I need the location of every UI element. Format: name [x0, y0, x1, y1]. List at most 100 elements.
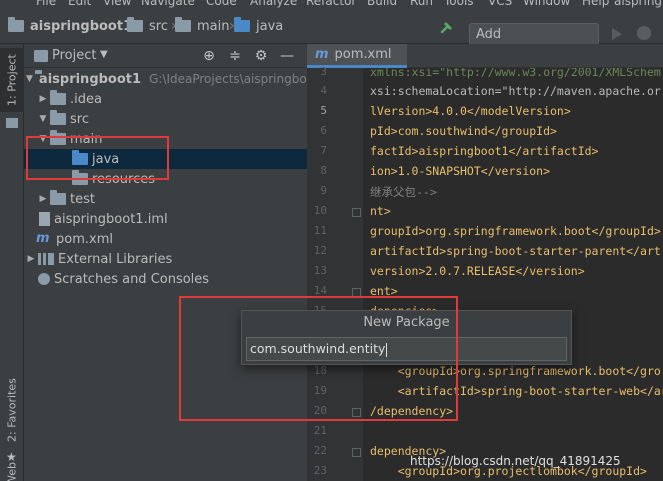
- code-line: lVersion>4.0.0</modelVersion>: [370, 104, 571, 118]
- code-line: xmlns:xsi="http://www.w3.org/2001/XMLSch…: [370, 68, 661, 79]
- menu-edit[interactable]: Edit: [68, 0, 91, 8]
- project-icon: [34, 50, 48, 62]
- line-number: 3: [320, 65, 327, 78]
- chevron-right-icon[interactable]: ▶: [26, 254, 36, 264]
- folder-icon: [6, 118, 18, 128]
- tree-item-src[interactable]: ▼ src: [24, 109, 307, 129]
- watermark: https://blog.csdn.net/qq_41891425: [410, 454, 621, 468]
- add-configuration-button[interactable]: Add Configuration...: [469, 23, 599, 63]
- highlight-box-dialog: [179, 296, 458, 421]
- tree-item-external-libraries[interactable]: ▶ External Libraries: [24, 249, 307, 269]
- breadcrumb-src[interactable]: src: [127, 16, 168, 36]
- left-tool-stripe: 1: Project 2: Favorites ★ Web: [0, 44, 24, 481]
- folder-icon: [50, 190, 66, 205]
- collapse-all-icon[interactable]: ≑: [226, 47, 244, 65]
- run-icon[interactable]: [612, 28, 622, 40]
- fold-marker-icon[interactable]: [352, 448, 361, 457]
- menu-build[interactable]: Build: [367, 0, 397, 8]
- debug-icon[interactable]: [637, 26, 651, 40]
- code-line: ion>1.0-SNAPSHOT</version>: [370, 164, 551, 178]
- library-icon: [38, 253, 54, 265]
- tree-item-label: pom.xml: [56, 231, 113, 247]
- tree-item-label: test: [70, 191, 95, 207]
- tree-item-label: External Libraries: [58, 251, 173, 267]
- tree-item-pom[interactable]: m pom.xml: [24, 229, 307, 249]
- tab-web[interactable]: Web: [0, 462, 24, 481]
- line-number: 13: [313, 264, 327, 277]
- breadcrumb-label: src: [149, 18, 168, 34]
- chevron-down-icon[interactable]: ▼: [26, 74, 33, 84]
- line-number: 21: [313, 424, 327, 437]
- menu-navigate[interactable]: Navigate: [141, 0, 195, 8]
- code-line: version>2.0.7.RELEASE</version>: [370, 264, 585, 278]
- line-number: 9: [320, 184, 327, 197]
- code-line: pId>com.southwind</groupId>: [370, 124, 557, 138]
- breadcrumb-label: aispringboot1: [30, 18, 133, 34]
- code-line: artifactId>spring-boot-starter-parent</a…: [370, 244, 661, 258]
- menu-view[interactable]: View: [103, 0, 131, 8]
- menu-analyze[interactable]: Analyze: [250, 0, 297, 8]
- menu-code[interactable]: Code: [206, 0, 237, 8]
- chevron-down-icon[interactable]: ▼: [38, 114, 48, 124]
- breadcrumb-java[interactable]: java: [234, 16, 283, 36]
- code-line: groupId>org.springframework.boot</groupI…: [370, 224, 661, 238]
- line-number: 10: [313, 204, 327, 217]
- line-number: 8: [320, 164, 327, 177]
- menu-run[interactable]: Run: [410, 0, 433, 8]
- line-number: 22: [313, 444, 327, 457]
- code-line: factId>aispringboot1</artifactId>: [370, 144, 599, 158]
- tab-label: pom.xml: [334, 47, 392, 62]
- breadcrumb-label: java: [256, 18, 284, 34]
- menu-refactor[interactable]: Refactor: [306, 0, 356, 8]
- menu-tools[interactable]: Tools: [444, 0, 474, 8]
- gear-icon[interactable]: ⚙: [252, 47, 270, 65]
- chevron-right-icon[interactable]: ▶: [38, 194, 48, 204]
- tree-item-label: .idea: [70, 91, 102, 107]
- menu-help[interactable]: Help: [582, 0, 609, 8]
- tab-favorites-label: 2: Favorites: [5, 378, 19, 442]
- line-number: 6: [320, 124, 327, 137]
- tree-item-idea[interactable]: ▶ .idea: [24, 89, 307, 109]
- tree-item-aispringboot1[interactable]: ▼ aispringboot1 G:\IdeaProjects\aispring…: [24, 69, 326, 89]
- tab-project[interactable]: 1: Project: [0, 48, 24, 112]
- breadcrumb-main[interactable]: main: [175, 16, 229, 36]
- maven-icon: m: [315, 47, 329, 62]
- tree-item-path: G:\IdeaProjects\aispringboot1: [149, 72, 327, 86]
- folder-icon: [50, 90, 66, 105]
- menu-vcs[interactable]: VCS: [488, 0, 512, 8]
- file-icon: [39, 212, 50, 226]
- tree-item-test[interactable]: ▶ test: [24, 189, 307, 209]
- project-panel-header: Project ▼ ⊕ ≑ ⚙ —: [24, 44, 307, 68]
- folder-icon: [8, 17, 24, 32]
- line-number: 11: [313, 224, 327, 237]
- breadcrumb-label: main: [197, 18, 230, 34]
- folder-icon: [50, 110, 66, 125]
- maven-icon: m: [36, 231, 50, 246]
- breadcrumb-project[interactable]: aispringboot1: [8, 16, 132, 36]
- line-number: 7: [320, 144, 327, 157]
- folder-icon: [127, 17, 143, 32]
- fold-marker-icon[interactable]: [352, 208, 361, 217]
- tree-item-iml[interactable]: aispringboot1.iml: [24, 209, 307, 229]
- line-number: 5: [320, 104, 327, 117]
- build-hammer-icon[interactable]: [440, 20, 454, 34]
- hide-icon[interactable]: —: [278, 47, 296, 65]
- source-folder-icon: [234, 17, 250, 32]
- chevron-down-icon[interactable]: ▼: [100, 49, 108, 60]
- tab-web-label: Web: [5, 462, 19, 481]
- window-title: aispringboo: [614, 0, 663, 8]
- highlight-box-java: [26, 136, 169, 180]
- tab-project-label: 1: Project: [5, 54, 19, 106]
- menu-file[interactable]: File: [36, 0, 56, 8]
- tab-favorites[interactable]: 2: Favorites: [0, 370, 24, 450]
- menu-window[interactable]: Window: [523, 0, 570, 8]
- code-line: 继承父包-->: [370, 185, 437, 199]
- tree-item-label: Scratches and Consoles: [54, 271, 210, 287]
- code-line: nt>: [370, 204, 391, 218]
- locate-icon[interactable]: ⊕: [200, 47, 218, 65]
- navigation-bar: aispringboot1 › src › main › java Add Co…: [0, 8, 663, 63]
- chevron-right-icon[interactable]: ▶: [38, 94, 48, 104]
- folder-icon: [175, 17, 191, 32]
- project-panel-title[interactable]: Project: [52, 48, 96, 63]
- tree-item-scratches[interactable]: Scratches and Consoles: [24, 269, 307, 289]
